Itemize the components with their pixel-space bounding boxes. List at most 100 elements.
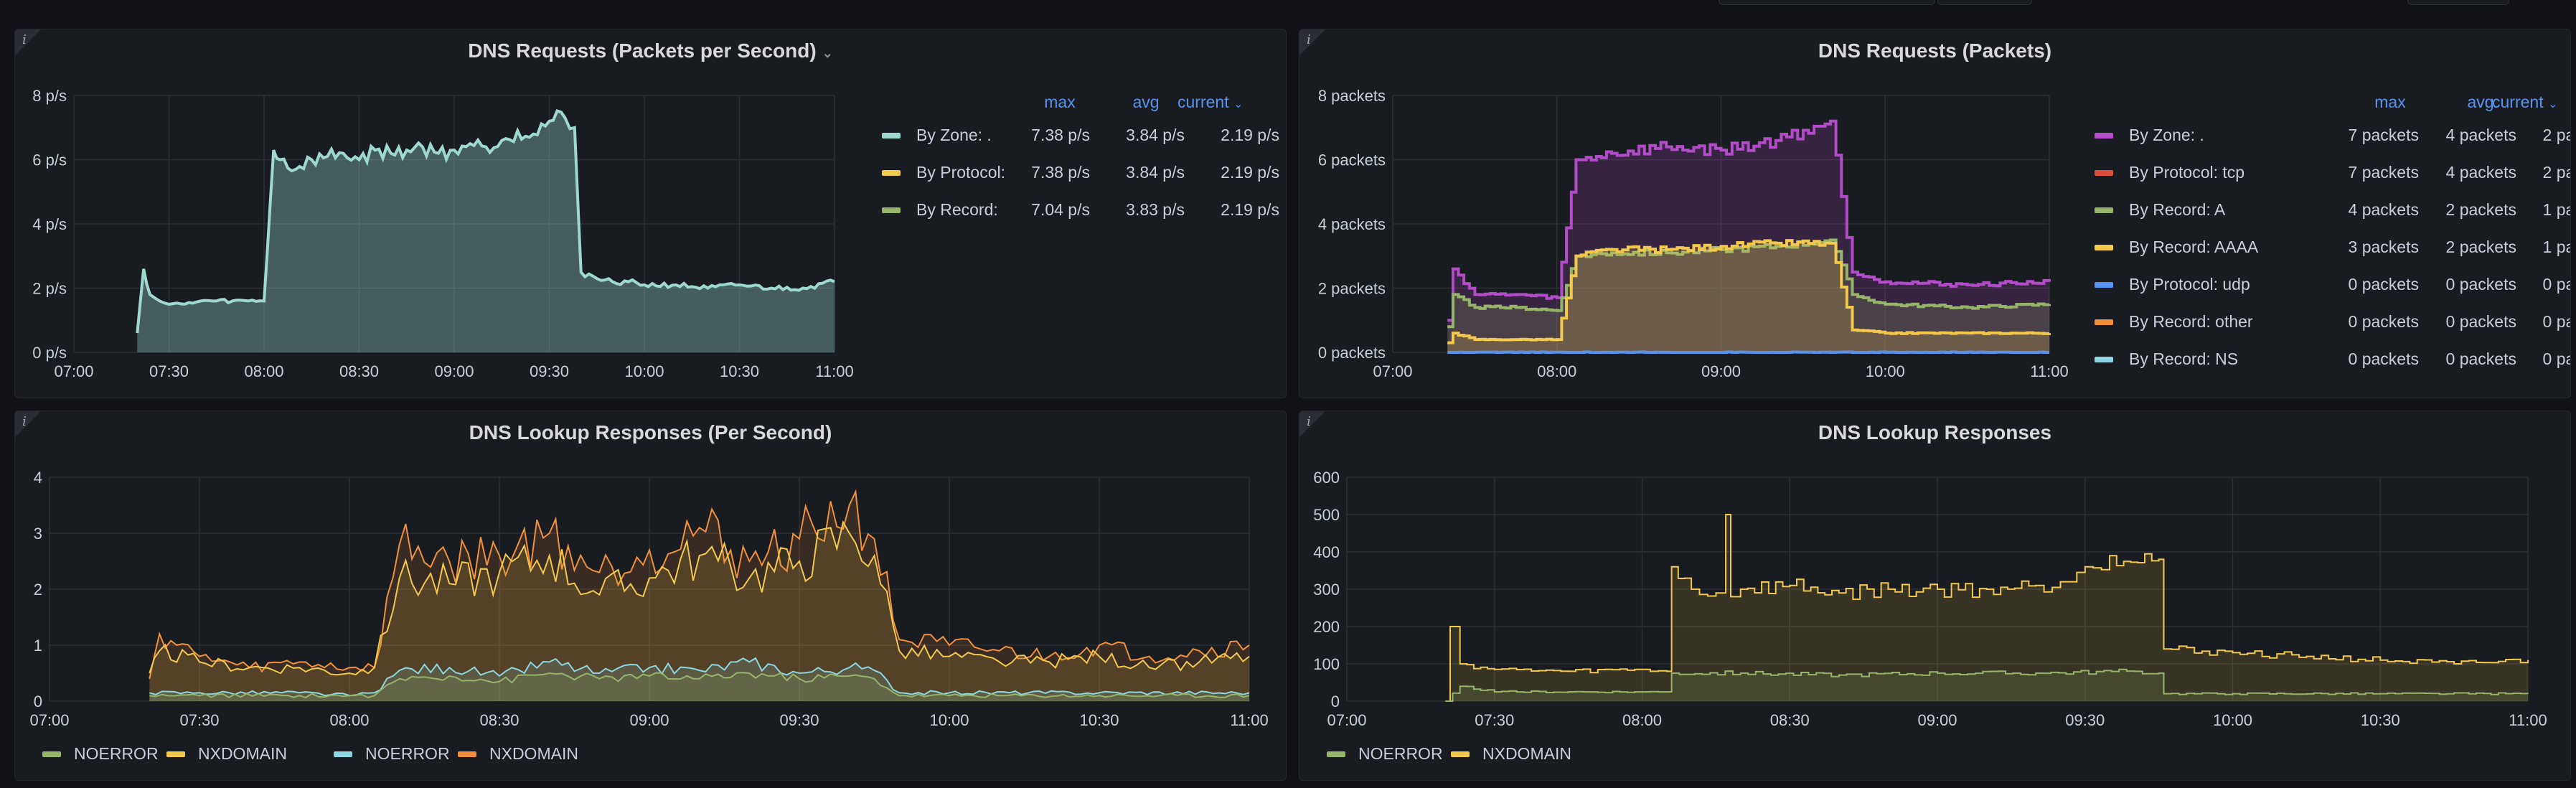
legend-header-current[interactable]: current ⌄ — [2492, 93, 2570, 112]
legend-value-current: 2 packets — [2542, 126, 2570, 144]
x-tick-label: 07:30 — [1475, 711, 1514, 729]
x-tick-label: 08:30 — [479, 711, 519, 729]
x-tick-label: 09:00 — [1917, 711, 1957, 729]
legend-value-current: 2.19 p/s — [1221, 163, 1279, 182]
series-color-swatch[interactable] — [2095, 170, 2113, 176]
series-color-swatch[interactable] — [2095, 133, 2113, 139]
legend-header-avg[interactable]: avg — [1117, 93, 1175, 112]
x-tick-label: 09:30 — [779, 711, 819, 729]
legend-item-label[interactable]: NXDOMAIN — [1482, 744, 1571, 764]
series-line — [1447, 350, 2049, 354]
legend-row[interactable]: By Record: other0 packets0 packets0 pack… — [2074, 309, 2570, 345]
y-tick-label: 4 — [34, 469, 42, 487]
legend-item-label[interactable]: NOERROR — [1358, 744, 1443, 764]
x-tick-label: 11:00 — [1230, 711, 1268, 729]
legend-value-current: 1 packets — [2542, 238, 2570, 256]
legend-row[interactable]: By Zone: .7 packets4 packets2 packets — [2074, 123, 2570, 159]
y-tick-label: 6 packets — [1318, 151, 1386, 169]
y-tick-label: 1 — [34, 637, 42, 655]
series-color-swatch[interactable] — [882, 170, 901, 176]
legend-value-current: 2 packets — [2542, 163, 2570, 182]
legend-row[interactable]: By Zone: . 7.38 p/s 3.84 p/s 2.19 p/s — [862, 123, 1279, 159]
legend-row[interactable]: By Record: A4 packets2 packets1 packets — [2074, 197, 2570, 233]
x-tick-label: 09:00 — [434, 362, 474, 380]
panel-dns-lookup-responses: i DNS Lookup Responses 0 100 200 300 400 500 6… — [1299, 411, 2571, 781]
legend-series-name[interactable]: By Protocol: udp — [2129, 275, 2250, 294]
series-color-swatch[interactable] — [2095, 319, 2113, 325]
y-tick-label: 300 — [1313, 581, 1340, 599]
legend-item-label[interactable]: NXDOMAIN — [198, 744, 287, 764]
legend-header-current[interactable]: current ⌄ — [1177, 93, 1264, 112]
legend-row[interactable]: By Protocol: udp0 packets0 packets0 pack… — [2074, 272, 2570, 308]
y-tick-label: 6 p/s — [32, 151, 67, 169]
y-tick-label: 200 — [1313, 618, 1340, 636]
legend-series-name[interactable]: By Record: NS — [2129, 350, 2238, 369]
series-color-swatch[interactable] — [166, 751, 185, 757]
top-toolbar-strip — [0, 0, 2576, 7]
y-tick-label: 2 — [34, 581, 42, 599]
series-color-swatch[interactable] — [2095, 282, 2113, 288]
legend-item-label[interactable]: NOERROR — [365, 744, 450, 764]
series-color-swatch[interactable] — [882, 133, 901, 139]
x-tick-label: 07:30 — [149, 362, 189, 380]
legend-value-current: 0 packets — [2542, 312, 2570, 331]
y-tick-label: 2 p/s — [32, 280, 67, 298]
toolbar-fragment[interactable] — [1937, 0, 2032, 5]
panel-dns-lookup-responses-ps: i DNS Lookup Responses (Per Second) 0123… — [14, 411, 1287, 781]
x-tick-label: 10:00 — [1866, 362, 1905, 380]
legend-row[interactable]: By Protocol: 7.38 p/s 3.84 p/s 2.19 p/s — [862, 160, 1279, 196]
legend-series-name[interactable]: By Zone: . — [2129, 126, 2204, 145]
y-tick-label: 500 — [1313, 506, 1340, 524]
series-color-swatch[interactable] — [882, 207, 901, 213]
legend-row[interactable]: By Record: 7.04 p/s 3.83 p/s 2.19 p/s — [862, 197, 1279, 233]
x-tick-label: 08:00 — [1537, 362, 1576, 380]
series-color-swatch[interactable] — [2095, 357, 2113, 362]
x-tick-label: 10:30 — [1079, 711, 1119, 729]
x-tick-label: 11:00 — [2030, 362, 2068, 380]
toolbar-fragment[interactable] — [2407, 0, 2509, 5]
x-tick-label: 07:00 — [29, 711, 69, 729]
legend-table: max avg current ⌄ By Zone: . 7.38 p/s 3.84… — [862, 29, 1279, 398]
x-tick-label: 11:00 — [815, 362, 853, 380]
series-color-swatch[interactable] — [2095, 207, 2113, 213]
series-color-swatch[interactable] — [334, 751, 352, 757]
legend-row[interactable]: By Protocol: tcp7 packets4 packets2 pack… — [2074, 160, 2570, 196]
series-color-swatch[interactable] — [42, 751, 61, 757]
chart-dns-lookup-responses-ps: 0 1 2 3 4 07:00 07:30 08:00 08:30 09:00 09:30 10:00… — [29, 469, 1268, 729]
legend-item-label[interactable]: NXDOMAIN — [489, 744, 578, 764]
legend-row[interactable]: By Record: NS0 packets0 packets0 packets — [2074, 347, 2570, 383]
legend-series-name[interactable]: By Record: other — [2129, 312, 2253, 332]
legend-row[interactable]: By Record: AAAA3 packets2 packets1 packe… — [2074, 235, 2570, 271]
x-tick-label: 10:00 — [624, 362, 664, 380]
x-tick-label: 09:00 — [1701, 362, 1741, 380]
x-tick-label: 10:00 — [929, 711, 969, 729]
y-tick-label: 0 packets — [1318, 344, 1386, 362]
x-tick-label: 10:30 — [720, 362, 759, 380]
series-color-swatch[interactable] — [1327, 751, 1345, 757]
y-tick-label: 4 packets — [1318, 215, 1386, 233]
legend-series-name[interactable]: By Record: AAAA — [2129, 238, 2258, 257]
series-color-swatch[interactable] — [2095, 245, 2113, 250]
legend-header-max[interactable]: max — [2361, 93, 2419, 112]
legend-item-label[interactable]: NOERROR — [74, 744, 159, 764]
y-tick-label: 100 — [1313, 655, 1340, 673]
legend-series-name[interactable]: By Record: A — [2129, 200, 2225, 220]
series-color-swatch[interactable] — [1451, 751, 1470, 757]
series-color-swatch[interactable] — [458, 751, 476, 757]
y-tick-label: 8 packets — [1318, 87, 1386, 105]
x-tick-label: 09:30 — [530, 362, 569, 380]
legend-value-current: 1 packets — [2542, 200, 2570, 219]
x-tick-label: 11:00 — [2509, 711, 2547, 729]
x-tick-label: 07:00 — [1373, 362, 1412, 380]
legend-series-name[interactable]: By Protocol: tcp — [2129, 163, 2244, 182]
y-tick-label: 2 packets — [1318, 280, 1386, 298]
y-tick-label: 400 — [1313, 543, 1340, 561]
y-tick-label: 3 — [34, 525, 42, 543]
panel-dns-requests-packets: i DNS Requests (Packets) 0 packets 2 pack… — [1299, 29, 2571, 398]
legend-header-max[interactable]: max — [1031, 93, 1089, 112]
panel-dns-requests-pps: i DNS Requests (Packets per Second) ⌄ 0 p… — [14, 29, 1287, 398]
x-tick-label: 09:00 — [629, 711, 669, 729]
x-tick-label: 10:00 — [2213, 711, 2252, 729]
x-tick-label: 08:00 — [244, 362, 283, 380]
toolbar-fragment[interactable] — [1719, 0, 1935, 5]
